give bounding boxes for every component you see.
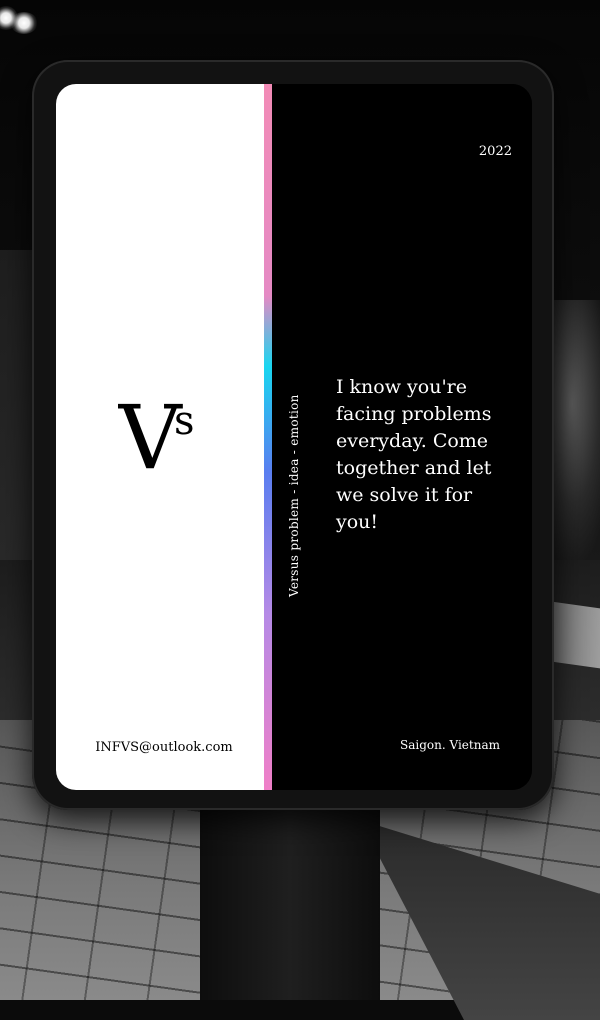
- vertical-tagline-text: Versus problem - idea - emotion: [287, 394, 301, 597]
- contact-email: INFVS@outlook.com: [95, 740, 233, 755]
- logo-icon: V s: [118, 388, 228, 478]
- billboard-pole: [200, 800, 380, 1000]
- street-light-icon: [10, 12, 38, 34]
- poster-location: Saigon. Vietnam: [400, 738, 500, 752]
- vertical-tagline: Versus problem - idea - emotion: [284, 394, 306, 600]
- gradient-divider-strip: [264, 84, 272, 790]
- poster-message: I know you're facing problems everyday. …: [336, 376, 492, 533]
- poster-year: 2022: [478, 144, 512, 159]
- billboard-poster: V s INFVS@outlook.com 2022 Versus proble…: [56, 84, 532, 790]
- svg-text:s: s: [174, 398, 195, 444]
- poster-white-panel: V s INFVS@outlook.com: [56, 84, 264, 790]
- vs-logo-graphic: V s: [118, 388, 195, 478]
